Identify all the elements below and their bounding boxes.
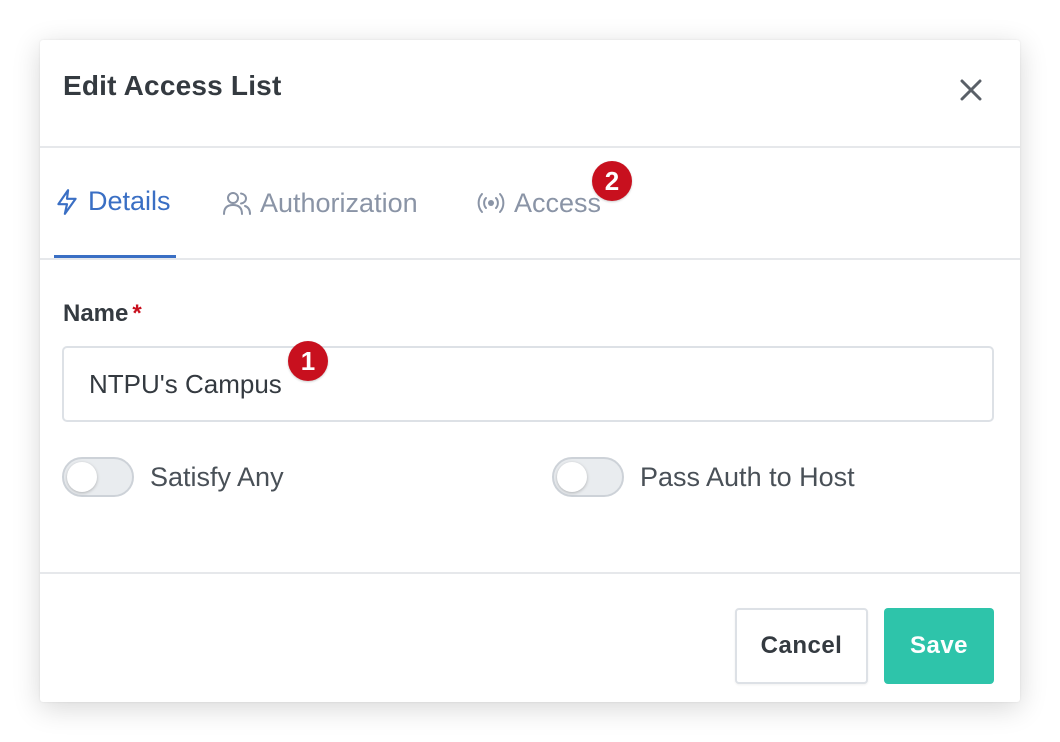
close-icon (960, 79, 982, 101)
satisfy-any-toggle[interactable]: Satisfy Any (62, 456, 284, 498)
name-input[interactable] (62, 346, 994, 422)
required-marker: * (132, 300, 142, 327)
dialog-header: Edit Access List (40, 40, 1020, 148)
lightning-icon (54, 188, 80, 216)
switch-knob (557, 462, 587, 492)
name-label-text: Name (63, 300, 129, 327)
pass-auth-label: Pass Auth to Host (640, 461, 855, 492)
broadcast-icon (476, 191, 506, 215)
annotation-badge-1: 1 (288, 341, 328, 381)
switch-knob (67, 462, 97, 492)
save-button[interactable]: Save (884, 608, 994, 684)
name-label: Name * (63, 300, 142, 328)
users-icon (222, 189, 252, 217)
tab-authorization-label: Authorization (260, 187, 418, 218)
tab-bar: Details Authorization Access (40, 148, 1020, 260)
cancel-button[interactable]: Cancel (735, 608, 868, 684)
satisfy-any-label: Satisfy Any (150, 461, 284, 492)
tab-details[interactable]: Details (54, 148, 176, 258)
annotation-badge-2: 2 (592, 161, 632, 201)
satisfy-any-switch[interactable] (62, 457, 134, 497)
pass-auth-toggle[interactable]: Pass Auth to Host (552, 456, 855, 498)
pass-auth-switch[interactable] (552, 457, 624, 497)
tab-authorization[interactable]: Authorization (222, 148, 418, 258)
tab-access-label: Access (514, 187, 602, 218)
tab-details-label: Details (88, 186, 171, 216)
edit-access-list-dialog: Edit Access List Details Authorization A… (40, 40, 1020, 702)
close-button[interactable] (953, 72, 989, 108)
tab-access[interactable]: Access (476, 148, 601, 258)
dialog-title: Edit Access List (63, 70, 282, 101)
dialog-footer: Cancel Save (40, 572, 1020, 702)
